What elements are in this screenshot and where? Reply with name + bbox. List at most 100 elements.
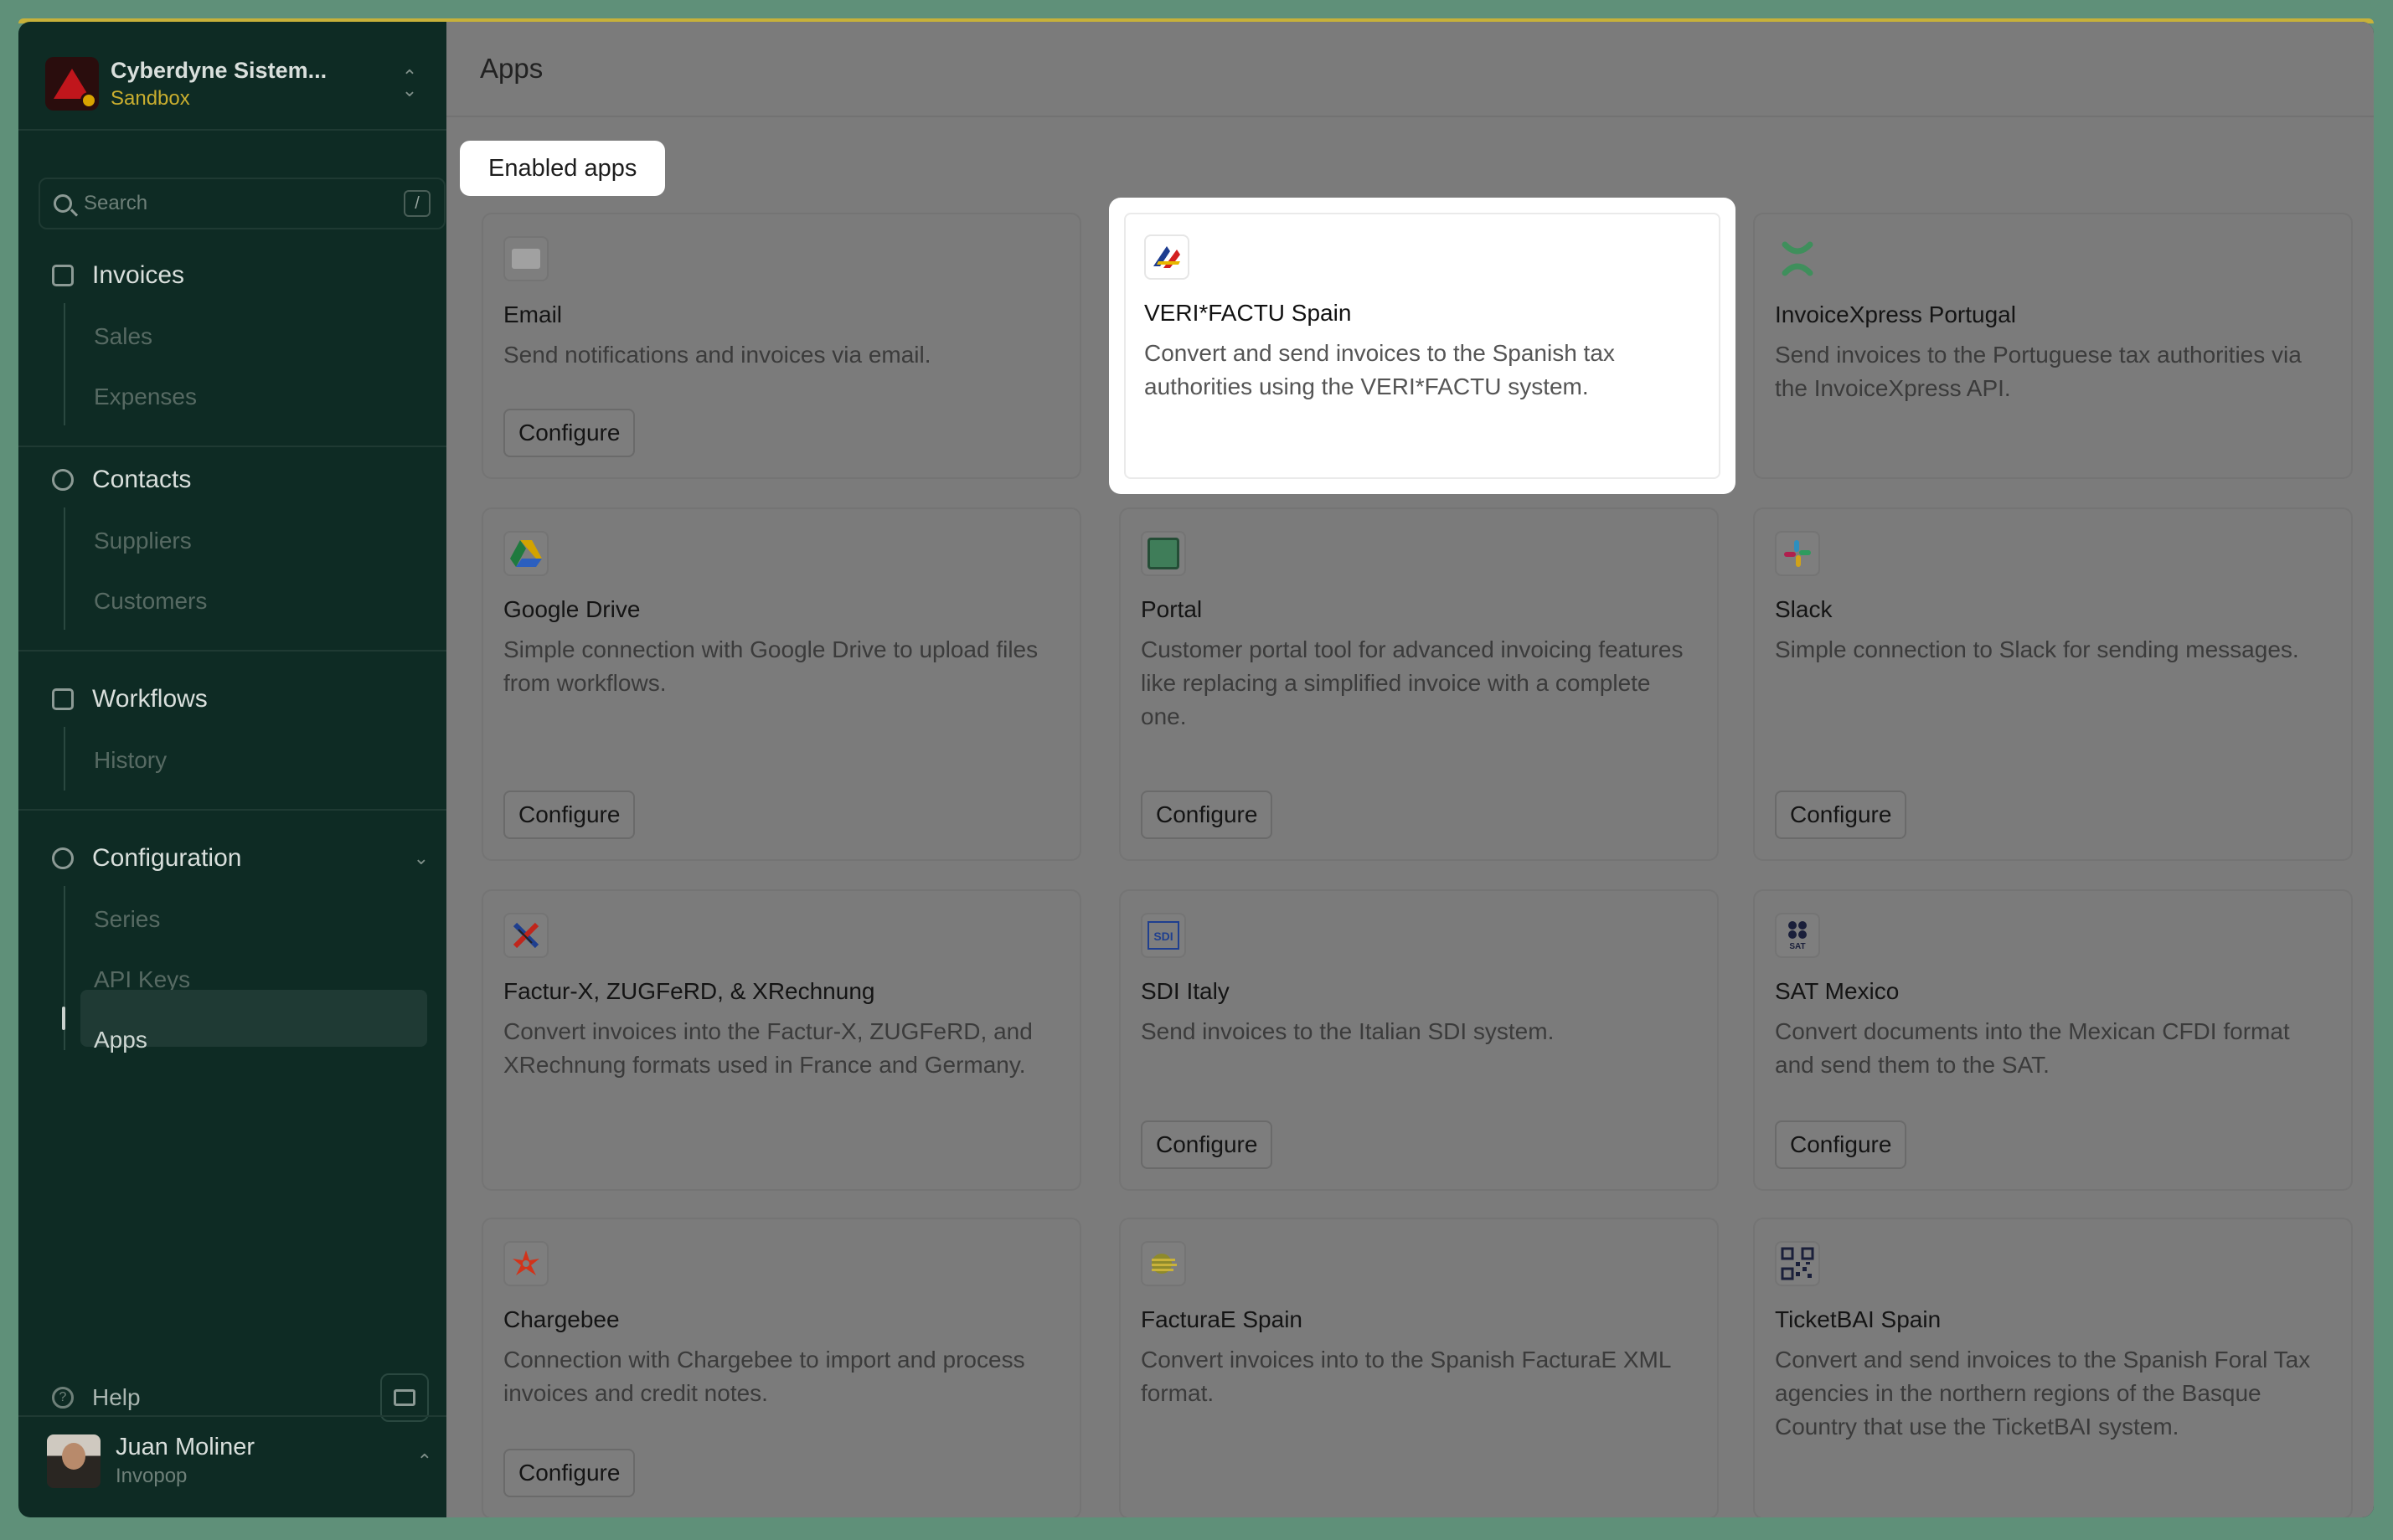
search-placeholder: Search [84,192,148,214]
sidebar-divider [18,129,446,131]
org-logo-icon [45,57,99,111]
app-name: Chargebee [503,1306,620,1332]
slack-icon [1775,531,1820,576]
app-description: Connection with Chargebee to import and … [503,1347,1025,1406]
search-shortcut-key: / [404,190,431,217]
sidebar-divider [18,446,446,447]
configure-button[interactable]: Configure [1141,1120,1273,1169]
help-icon: ? [52,1387,74,1409]
person-icon [52,469,74,491]
search-icon [54,194,72,213]
sidebar-divider [18,650,446,652]
org-switcher[interactable]: Cyberdyne Sistem... Sandbox ⌃ ⌄ [45,52,422,116]
app-description: Convert documents into the Mexican CFDI … [1775,1018,2290,1078]
chevron-up-down-icon: ⌃ ⌄ [401,66,418,100]
portal-square-icon [1141,531,1186,576]
sidebar-section-label: Contacts [92,466,192,493]
sidebar-section-workflows[interactable]: Workflows [52,685,429,713]
chevron-down-icon: ⌄ [413,847,429,868]
sidebar-item-history[interactable]: History [94,747,167,774]
aeat-logo-icon [1144,234,1189,280]
page-header: Apps [446,22,2374,117]
google-drive-icon [503,531,549,576]
configure-button[interactable]: Configure [1141,791,1273,839]
app-card-facturx: Factur-X, ZUGFeRD, & XRechnung Convert i… [482,889,1081,1191]
user-name: Juan Moliner [116,1434,255,1460]
app-description: Convert and send invoices to the Spanish… [1144,340,1615,399]
sidebar-section-label: Invoices [92,261,185,289]
avatar [47,1434,101,1488]
app-card-facturae: FacturaE Spain Convert invoices into to … [1119,1218,1719,1517]
app-description: Send invoices to the Italian SDI system. [1141,1018,1555,1044]
app-name: FacturaE Spain [1141,1306,1302,1332]
user-menu[interactable]: Juan Moliner Invopop ⌃ [47,1434,432,1488]
main-content: Apps Enabled apps Email Send notificatio… [446,22,2374,1517]
chargebee-icon [503,1241,549,1286]
app-description: Customer portal tool for advanced invoic… [1141,636,1684,729]
nav-tree-line [64,507,65,630]
spain-flag-icon [80,92,97,109]
svg-text:SDI: SDI [1153,930,1173,943]
mail-icon [503,236,549,281]
sidebar-item-customers[interactable]: Customers [94,588,207,615]
sidebar-section-contacts[interactable]: Contacts [52,466,429,494]
app-name: Google Drive [503,596,641,622]
app-card-google-drive: Google Drive Simple connection with Goog… [482,507,1081,861]
app-card-verifactu[interactable]: VERI*FACTU Spain Convert and send invoic… [1111,199,1734,492]
app-name: Email [503,301,563,327]
app-description: Simple connection with Google Drive to u… [503,636,1039,696]
sidebar-item-series[interactable]: Series [94,906,160,933]
sat-icon: SAT [1775,913,1820,958]
chevron-up-icon: ⌃ [416,1450,432,1471]
sidebar-item-sales[interactable]: Sales [94,323,152,350]
sidebar-section-label: Workflows [92,685,208,713]
app-name: InvoiceXpress Portugal [1775,301,2016,327]
sidebar-item-expenses[interactable]: Expenses [94,384,197,410]
configure-button[interactable]: Configure [503,1449,636,1497]
app-name: TicketBAI Spain [1775,1306,1942,1332]
app-card-invoicexpress: InvoiceXpress Portugal Send invoices to … [1753,213,2353,479]
configure-button[interactable]: Configure [503,409,636,457]
sidebar-section-invoices[interactable]: Invoices [52,261,429,290]
sidebar-item-suppliers[interactable]: Suppliers [94,528,192,554]
page-title: Apps [480,53,544,84]
gear-icon [52,847,74,869]
sidebar: Cyberdyne Sistem... Sandbox ⌃ ⌄ Search / … [18,22,446,1517]
app-description: Send invoices to the Portuguese tax auth… [1775,342,2302,401]
app-name: Slack [1775,596,1833,622]
app-card-sat-mexico: SAT SAT Mexico Convert documents into th… [1753,889,2353,1191]
app-description: Simple connection to Slack for sending m… [1775,636,2299,662]
configure-button[interactable]: Configure [503,791,636,839]
app-card-sdi-italy: SDI SDI Italy Send invoices to the Itali… [1119,889,1719,1191]
app-card-email: Email Send notifications and invoices vi… [482,213,1081,479]
app-description: Convert invoices into to the Spanish Fac… [1141,1347,1671,1406]
sidebar-item-apps[interactable]: Apps [94,1027,147,1053]
invoice-icon [52,265,74,286]
sidebar-divider [18,1415,446,1417]
sidebar-divider [18,809,446,811]
app-name: Factur-X, ZUGFeRD, & XRechnung [503,978,875,1004]
app-card-portal: Portal Customer portal tool for advanced… [1119,507,1719,861]
facturae-icon [1141,1241,1186,1286]
configure-button[interactable]: Configure [1775,791,1907,839]
app-description: Convert and send invoices to the Spanish… [1775,1347,2311,1440]
app-description: Send notifications and invoices via emai… [503,342,931,368]
org-environment-badge: Sandbox [111,86,190,110]
help-link[interactable]: Help [92,1384,141,1411]
tab-enabled-apps[interactable]: Enabled apps [460,141,666,196]
sdi-icon: SDI [1141,913,1186,958]
sidebar-section-configuration[interactable]: Configuration ⌄ [52,844,429,873]
configure-button[interactable]: Configure [1775,1120,1907,1169]
nav-tree-line [64,303,65,425]
app-name: SDI Italy [1141,978,1230,1004]
qr-code-icon [1775,1241,1820,1286]
sidebar-panel-icon [394,1389,415,1406]
search-input[interactable]: Search / [39,178,446,229]
app-card-ticketbai: TicketBAI Spain Convert and send invoice… [1753,1218,2353,1517]
invoicexpress-x-icon [1775,236,1820,281]
org-name: Cyberdyne Sistem... [111,57,327,83]
nav-tree-line [64,727,65,791]
app-window: Cyberdyne Sistem... Sandbox ⌃ ⌄ Search / … [18,22,2374,1517]
app-name: Portal [1141,596,1203,622]
sidebar-section-label: Configuration [92,844,242,872]
